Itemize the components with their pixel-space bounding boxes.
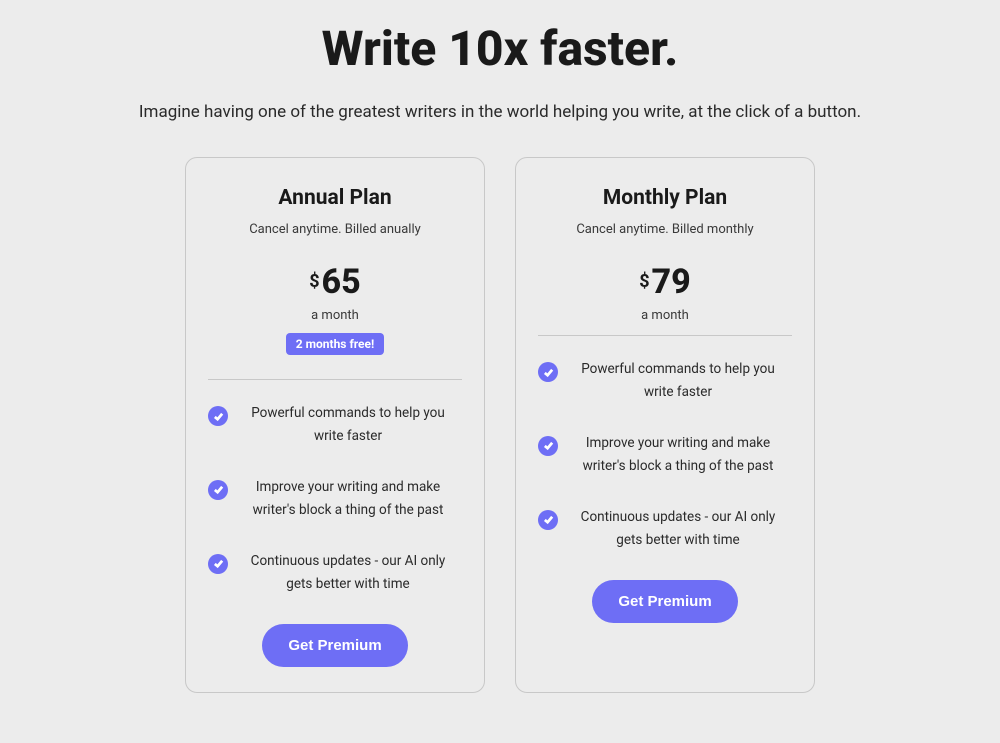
check-icon — [538, 510, 558, 530]
plan-feature-text: Improve your writing and make writer's b… — [242, 476, 462, 522]
plan-price: 79 — [652, 262, 691, 302]
plan-feature: Continuous updates - our AI only gets be… — [208, 550, 462, 596]
plan-feature: Powerful commands to help you write fast… — [208, 402, 462, 448]
check-icon — [538, 436, 558, 456]
plan-price-row: $ 79 — [538, 262, 792, 302]
plans-container: Annual Plan Cancel anytime. Billed anual… — [50, 157, 950, 693]
check-icon — [208, 554, 228, 574]
plan-feature: Powerful commands to help you write fast… — [538, 358, 792, 404]
plan-card-monthly: Monthly Plan Cancel anytime. Billed mont… — [515, 157, 815, 693]
plan-feature-text: Powerful commands to help you write fast… — [242, 402, 462, 448]
plan-divider — [208, 379, 462, 380]
plan-badge: 2 months free! — [286, 333, 384, 355]
plan-feature: Continuous updates - our AI only gets be… — [538, 506, 792, 552]
plan-feature-text: Powerful commands to help you write fast… — [572, 358, 792, 404]
plan-title: Monthly Plan — [538, 186, 792, 210]
plan-price-row: $ 65 — [208, 262, 462, 302]
plan-note: Cancel anytime. Billed monthly — [538, 222, 792, 237]
plan-per: a month — [208, 308, 462, 323]
get-premium-button[interactable]: Get Premium — [592, 580, 737, 623]
check-icon — [208, 406, 228, 426]
plan-per: a month — [538, 308, 792, 323]
plan-feature-text: Continuous updates - our AI only gets be… — [572, 506, 792, 552]
plan-divider — [538, 335, 792, 336]
plan-card-annual: Annual Plan Cancel anytime. Billed anual… — [185, 157, 485, 693]
plan-feature: Improve your writing and make writer's b… — [208, 476, 462, 522]
plan-feature-text: Continuous updates - our AI only gets be… — [242, 550, 462, 596]
get-premium-button[interactable]: Get Premium — [262, 624, 407, 667]
plan-feature-text: Improve your writing and make writer's b… — [572, 432, 792, 478]
plan-feature: Improve your writing and make writer's b… — [538, 432, 792, 478]
plan-currency: $ — [309, 271, 319, 292]
plan-currency: $ — [639, 271, 649, 292]
plan-title: Annual Plan — [208, 186, 462, 210]
plan-note: Cancel anytime. Billed anually — [208, 222, 462, 237]
plan-price: 65 — [322, 262, 361, 302]
check-icon — [208, 480, 228, 500]
page-heading: Write 10x faster. — [50, 20, 950, 77]
page-subheading: Imagine having one of the greatest write… — [50, 102, 950, 122]
check-icon — [538, 362, 558, 382]
